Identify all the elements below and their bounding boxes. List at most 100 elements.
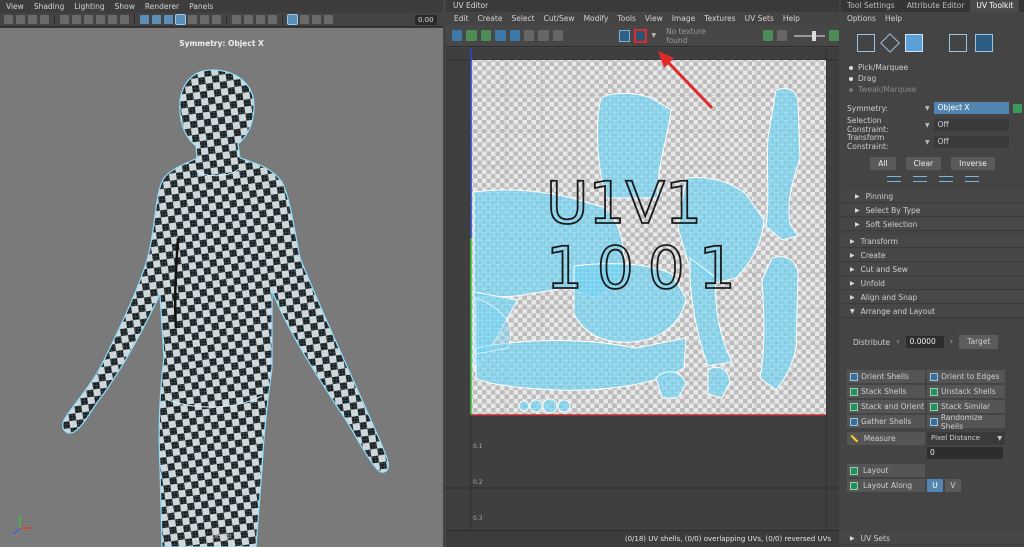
uv-icon[interactable] — [300, 15, 309, 24]
uv-menu-edit[interactable]: Edit — [454, 14, 469, 23]
wireframe-icon[interactable] — [140, 15, 149, 24]
tab-tool-settings[interactable]: Tool Settings — [841, 0, 901, 12]
section-arrange-and-layout[interactable]: ▼ Arrange and Layout — [841, 305, 1024, 318]
stack-similar-button[interactable]: Stack Similar — [927, 400, 1005, 413]
uv-menu-view[interactable]: View — [645, 14, 663, 23]
layout-button[interactable]: Layout — [847, 464, 925, 477]
radio-tweak-marquee[interactable]: Tweak/Marquee — [841, 84, 1024, 95]
symmetry-dropdown[interactable]: Object X — [933, 102, 1009, 114]
layout-along-u-button[interactable]: U — [927, 479, 943, 492]
select-border-icon[interactable] — [938, 176, 953, 182]
shadows-icon[interactable] — [200, 15, 209, 24]
toolkit-menu-help[interactable]: Help — [885, 14, 902, 23]
section-soft-selection[interactable]: ▶ Soft Selection — [841, 218, 1024, 231]
refresh-icon[interactable] — [762, 30, 773, 41]
xray-joints-icon[interactable] — [256, 15, 265, 24]
lights-icon[interactable] — [188, 15, 197, 24]
selection-constraint-dropdown[interactable]: Off — [933, 119, 1009, 131]
snapshot-icon[interactable] — [552, 30, 564, 41]
bookmark-icon[interactable] — [28, 15, 37, 24]
chevron-right-icon[interactable]: › — [950, 337, 954, 347]
isolate-select-icon[interactable] — [232, 15, 241, 24]
viewport-menu-lighting[interactable]: Lighting — [74, 2, 104, 11]
edge-mode-icon[interactable] — [880, 33, 900, 53]
toolkit-menu-options[interactable]: Options — [847, 14, 876, 23]
backface-icon[interactable] — [268, 15, 277, 24]
gamma-icon[interactable] — [828, 30, 840, 41]
uv-menu-textures[interactable]: Textures — [704, 14, 735, 23]
display-image-icon[interactable] — [618, 29, 630, 42]
chevron-left-icon[interactable]: ‹ — [896, 337, 900, 347]
section-create[interactable]: ▶ Create — [841, 249, 1024, 262]
uv-menu-modify[interactable]: Modify — [584, 14, 609, 23]
measure-button[interactable]: 📏 Measure — [847, 432, 925, 445]
section-pinning[interactable]: ▶ Pinning — [841, 190, 1024, 203]
viewport-menu-view[interactable]: View — [6, 2, 24, 11]
shaded-uvs-icon[interactable] — [480, 30, 492, 41]
dim-image-icon[interactable] — [538, 30, 549, 41]
uv-menu-image[interactable]: Image — [672, 14, 696, 23]
layout-along-v-button[interactable]: V — [945, 479, 961, 492]
grid-icon[interactable] — [60, 15, 69, 24]
stack-and-orient-button[interactable]: Stack and Orient — [847, 400, 925, 413]
select-all-button[interactable]: All — [870, 157, 896, 170]
uv-canvas[interactable]: U1V1 1001 0.1 0.2 0.3 — [446, 48, 839, 530]
measure-mode-dropdown[interactable]: Pixel Distance ▼ — [927, 432, 1005, 445]
dropdown-arrow-icon[interactable]: ▼ — [925, 139, 930, 146]
select-shell-icon[interactable] — [964, 176, 979, 182]
section-transform[interactable]: ▶ Transform — [841, 235, 1024, 248]
camera-attributes-icon[interactable] — [16, 15, 25, 24]
gather-shells-button[interactable]: Gather Shells — [847, 415, 925, 428]
target-button[interactable]: Target — [959, 335, 999, 349]
clear-button[interactable]: Clear — [905, 157, 942, 170]
stack-shells-button[interactable]: Stack Shells — [847, 385, 925, 398]
film-gate-icon[interactable] — [72, 15, 81, 24]
viewport-menu-renderer[interactable]: Renderer — [145, 2, 179, 11]
ambient-occlusion-icon[interactable] — [212, 15, 221, 24]
symmetry-icon[interactable] — [1012, 103, 1022, 113]
section-uv-sets[interactable]: ▶ UV Sets — [841, 532, 1024, 545]
section-align-and-snap[interactable]: ▶ Align and Snap — [841, 291, 1024, 304]
radio-pick-marquee[interactable]: Pick/Marquee — [841, 62, 1024, 73]
checker-tile-icon[interactable] — [633, 28, 648, 43]
textured-icon[interactable] — [175, 14, 186, 25]
tab-uv-toolkit[interactable]: UV Toolkit — [970, 0, 1020, 12]
gate-mask-icon[interactable] — [96, 15, 105, 24]
dropdown-arrow-icon[interactable]: ▼ — [651, 32, 656, 39]
isolate-uvs-icon[interactable] — [524, 30, 535, 41]
uv-menu-help[interactable]: Help — [783, 14, 800, 23]
inverse-button[interactable]: Inverse — [951, 157, 995, 170]
select-camera-icon[interactable] — [4, 15, 13, 24]
orient-to-edges-button[interactable]: Orient to Edges — [927, 370, 1005, 383]
display-grid-icon[interactable] — [452, 30, 463, 41]
dropdown-arrow-icon[interactable]: ▼ — [925, 122, 930, 129]
radio-drag[interactable]: Drag — [841, 73, 1024, 84]
vertex-mode-icon[interactable] — [857, 34, 875, 52]
viewport-canvas[interactable]: Symmetry: Object X persp — [0, 28, 443, 547]
uv-menu-create[interactable]: Create — [478, 14, 503, 23]
uv-menu-select[interactable]: Select — [511, 14, 534, 23]
exposure-icon[interactable] — [776, 30, 788, 41]
orient-shells-button[interactable]: Orient Shells — [847, 370, 925, 383]
texture-selector[interactable]: No texture found — [666, 27, 726, 45]
distribute-field[interactable]: 0.0000 — [905, 336, 944, 348]
xray-icon[interactable] — [244, 15, 253, 24]
viewport-menu-show[interactable]: Show — [115, 2, 135, 11]
uv-menu-uv-sets[interactable]: UV Sets — [745, 14, 774, 23]
layout-along-button[interactable]: Layout Along — [847, 479, 925, 492]
exposure-icon[interactable] — [312, 15, 321, 24]
section-unfold[interactable]: ▶ Unfold — [841, 277, 1024, 290]
smooth-shade-icon[interactable] — [152, 15, 161, 24]
exposure-slider[interactable] — [794, 30, 825, 41]
resolution-gate-icon[interactable] — [84, 15, 93, 24]
uv-mode-icon[interactable] — [949, 34, 967, 52]
safe-action-icon[interactable] — [120, 15, 129, 24]
uv-shell-mode-icon[interactable] — [975, 34, 993, 52]
section-cut-and-sew[interactable]: ▶ Cut and Sew — [841, 263, 1024, 276]
unstack-shells-button[interactable]: Unstack Shells — [927, 385, 1005, 398]
randomize-shells-button[interactable]: Randomize Shells — [927, 413, 1005, 431]
exposure-field[interactable]: 0.00 — [415, 14, 437, 25]
viewport-menu-shading[interactable]: Shading — [34, 2, 64, 11]
measure-value-field[interactable]: 0 — [927, 447, 1003, 459]
gamma-icon[interactable] — [324, 15, 333, 24]
